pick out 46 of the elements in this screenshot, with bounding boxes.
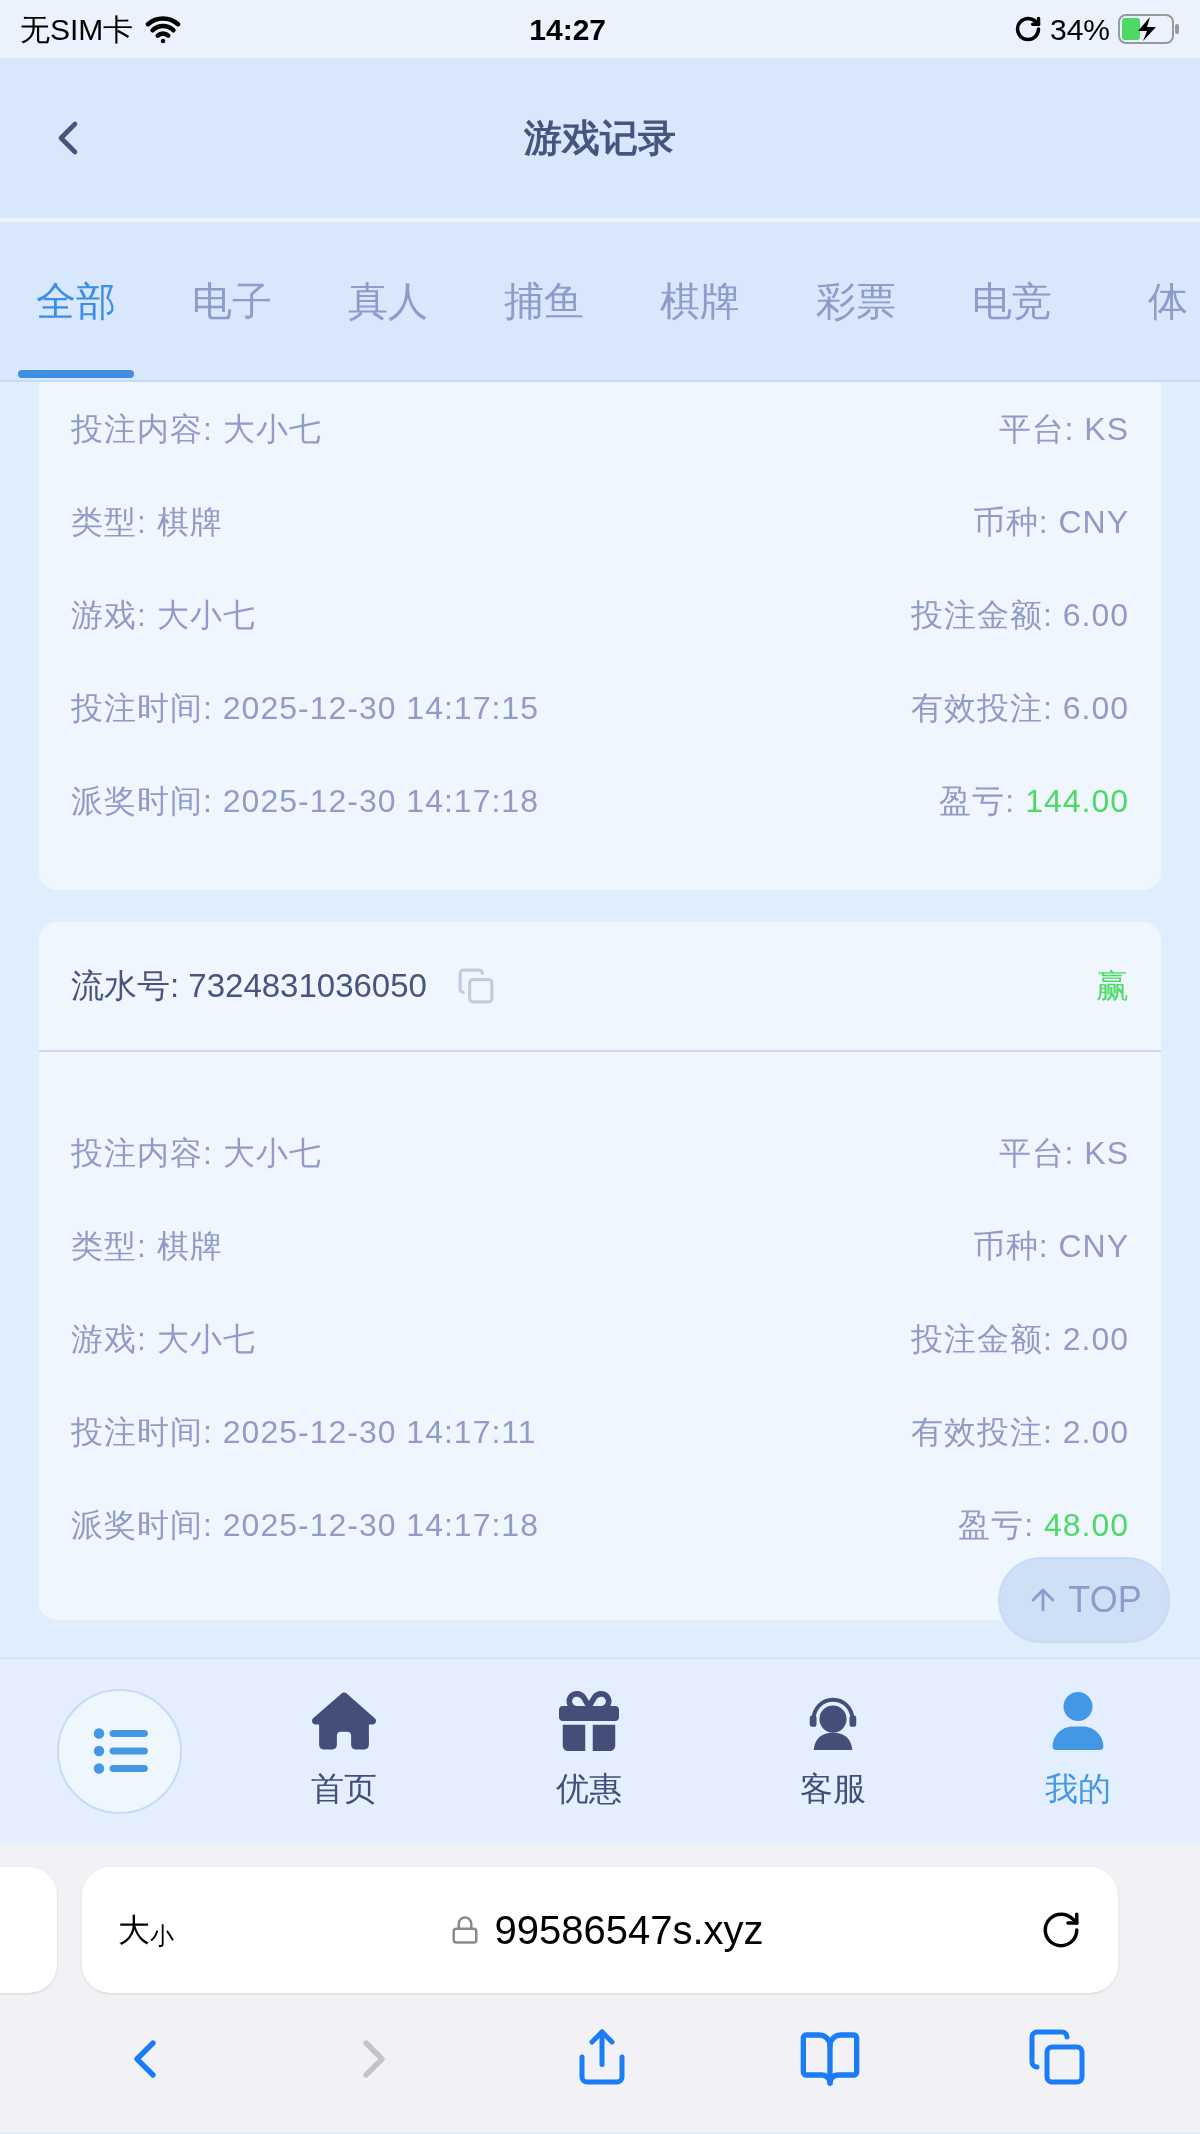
nav-item[interactable]: 我的 [1007, 1688, 1148, 1814]
bet-detail: 有效投注: 2.00 [910, 1412, 1129, 1452]
address-bar[interactable]: 大小 99586547s.xyz [82, 1867, 1118, 1993]
bet-detail: 游戏: 大小七 [71, 1319, 256, 1359]
bet-detail: 类型: 棋牌 [71, 502, 223, 542]
serial-number: 流水号: 7324831036050 [71, 966, 427, 1007]
carrier-label: 无SIM卡 [20, 11, 134, 48]
page-title: 游戏记录 [524, 115, 676, 161]
bet-detail: 币种: CNY [972, 1226, 1129, 1266]
bet-detail: 投注金额: 2.00 [910, 1319, 1129, 1359]
category-tab[interactable]: 捕鱼 [486, 222, 602, 380]
category-tab[interactable]: 电竞 [954, 222, 1070, 380]
bet-detail: 类型: 棋牌 [71, 1226, 223, 1266]
category-tab[interactable]: 棋牌 [642, 222, 758, 380]
bet-detail: 币种: CNY [972, 502, 1129, 542]
category-tab[interactable]: 真人 [330, 222, 446, 380]
bet-detail: 盈亏: 48.00 [958, 1505, 1129, 1545]
tabs-button[interactable] [1027, 2027, 1088, 2087]
bet-detail: 平台: KS [998, 1133, 1129, 1173]
gift-icon [558, 1691, 619, 1752]
bet-detail: 派奖时间: 2025-12-30 14:17:18 [71, 781, 539, 821]
nav-item[interactable]: 首页 [274, 1688, 415, 1814]
bet-detail: 投注内容: 大小七 [71, 1133, 322, 1173]
bet-detail: 有效投注: 6.00 [910, 688, 1129, 728]
category-tab[interactable]: 电子 [174, 222, 290, 380]
category-tab[interactable]: 全部 [18, 222, 134, 380]
bet-detail: 游戏: 大小七 [71, 595, 256, 635]
category-tab[interactable]: 体 [1110, 222, 1200, 380]
bet-detail: 投注内容: 大小七 [71, 409, 322, 449]
bet-detail: 平台: KS [998, 409, 1129, 449]
result-label: 赢 [1096, 966, 1129, 1007]
clock: 14:27 [529, 11, 606, 48]
nav-item[interactable]: 优惠 [518, 1688, 659, 1814]
url-text: 99586547s.xyz [494, 1907, 764, 1954]
category-tab[interactable]: 彩票 [798, 222, 914, 380]
battery-percent: 34% [1049, 11, 1110, 48]
charging-battery-icon [1118, 14, 1180, 44]
bet-detail: 派奖时间: 2025-12-30 14:17:18 [71, 1505, 539, 1545]
bet-detail: 投注金额: 6.00 [910, 595, 1129, 635]
bet-detail: 投注时间: 2025-12-30 14:17:11 [71, 1412, 537, 1452]
lock-icon [450, 1915, 481, 1945]
nav-item[interactable]: 客服 [763, 1688, 904, 1814]
text-size-button[interactable]: 大小 [118, 1906, 174, 1954]
bet-detail: 盈亏: 144.00 [939, 781, 1129, 821]
back-to-top-button[interactable]: TOP [998, 1557, 1170, 1643]
bet-detail: 投注时间: 2025-12-30 14:17:15 [71, 688, 539, 728]
